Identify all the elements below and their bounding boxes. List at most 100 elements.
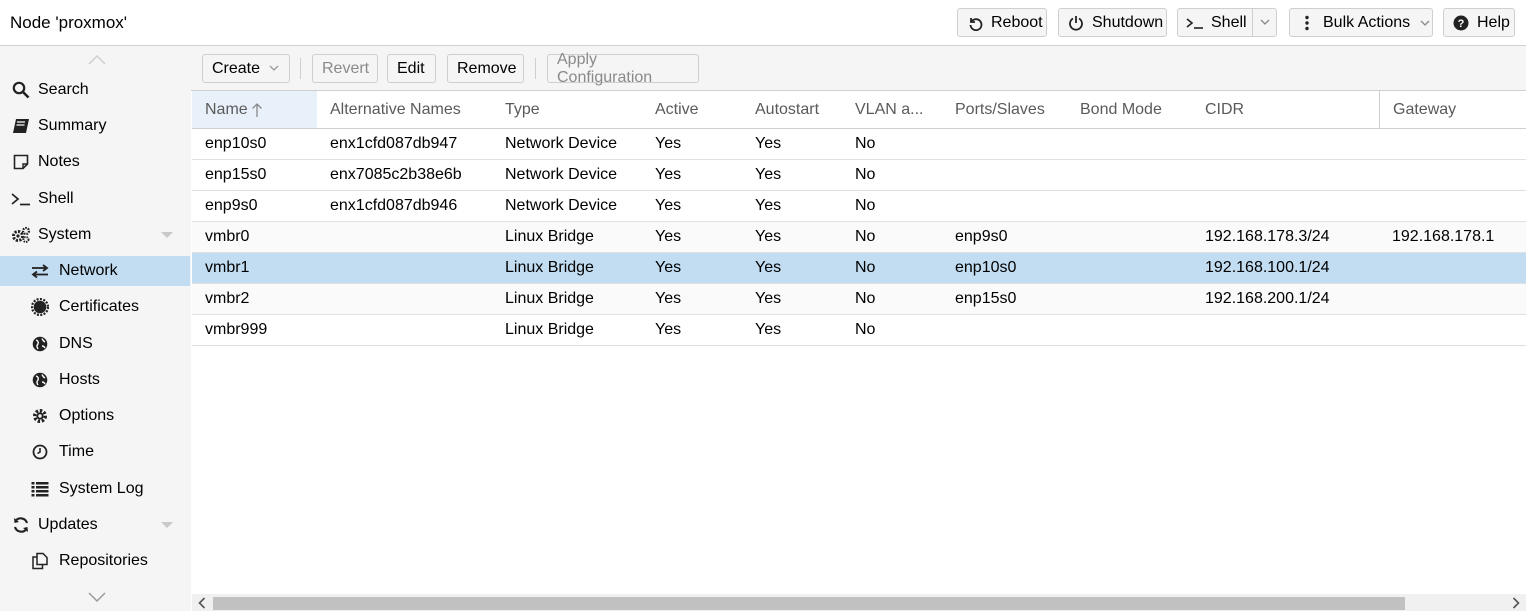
bulk-actions-label: Bulk Actions bbox=[1323, 13, 1411, 31]
shell-dropdown-toggle[interactable] bbox=[1252, 9, 1276, 36]
cell-bond-mode bbox=[1067, 191, 1080, 221]
column-header-type[interactable]: Type bbox=[492, 91, 642, 128]
terminal-icon bbox=[11, 189, 31, 209]
gear-icon bbox=[30, 406, 50, 426]
cell-autostart: Yes bbox=[755, 259, 782, 276]
edit-label: Edit bbox=[397, 59, 425, 77]
search-icon bbox=[11, 80, 31, 100]
help-button[interactable]: ? Help bbox=[1443, 8, 1515, 37]
sidebar-item-repositories[interactable]: Repositories bbox=[0, 546, 190, 576]
reboot-button[interactable]: Reboot bbox=[957, 8, 1047, 37]
sidebar-scroll-up[interactable] bbox=[86, 54, 108, 68]
column-header-bond-mode[interactable]: Bond Mode bbox=[1067, 91, 1192, 128]
column-header-active[interactable]: Active bbox=[642, 91, 742, 128]
reboot-label: Reboot bbox=[991, 13, 1043, 31]
table-row[interactable]: enp15s0 enx7085c2b38e6b Network Device Y… bbox=[192, 160, 1526, 191]
cell-cidr: 192.168.100.1/24 bbox=[1205, 259, 1330, 276]
toolbar: Create Revert Edit Remove Apply Configur… bbox=[191, 46, 1526, 91]
shell-button[interactable]: Shell bbox=[1177, 8, 1277, 37]
column-header-cidr[interactable]: CIDR bbox=[1192, 91, 1379, 128]
shutdown-button[interactable]: Shutdown bbox=[1058, 8, 1167, 37]
sidebar-item-system[interactable]: System bbox=[0, 220, 190, 250]
cell-type: Linux Bridge bbox=[505, 228, 594, 245]
cell-gateway bbox=[1379, 253, 1392, 283]
cell-ports-slaves bbox=[942, 160, 955, 190]
help-icon: ? bbox=[1450, 15, 1472, 31]
horizontal-scrollbar[interactable] bbox=[192, 594, 1526, 611]
sidebar-item-options[interactable]: Options bbox=[0, 401, 190, 431]
column-header-label: Active bbox=[655, 100, 699, 118]
column-header-gateway[interactable]: Gateway bbox=[1379, 91, 1526, 128]
table-row[interactable]: vmbr0 Linux Bridge Yes Yes No enp9s0 192… bbox=[192, 222, 1526, 253]
note-icon bbox=[11, 152, 31, 172]
sidebar-item-time[interactable]: Time bbox=[0, 437, 190, 467]
column-header-label: Name bbox=[205, 100, 248, 118]
column-header-label: Type bbox=[505, 100, 540, 118]
chevron-down-icon bbox=[88, 592, 106, 603]
cell-vlan-aware: No bbox=[855, 290, 876, 307]
cell-active: Yes bbox=[655, 135, 682, 152]
table-row[interactable]: vmbr999 Linux Bridge Yes Yes No bbox=[192, 315, 1526, 346]
cell-ports-slaves: enp9s0 bbox=[955, 228, 1008, 245]
column-header-name[interactable]: Name bbox=[192, 91, 317, 128]
sidebar-item-label: DNS bbox=[59, 335, 93, 352]
undo-icon bbox=[964, 15, 986, 31]
chevron-down-icon bbox=[1260, 19, 1269, 25]
column-header-ports-slaves[interactable]: Ports/Slaves bbox=[942, 91, 1067, 128]
sidebar-item-system-log[interactable]: System Log bbox=[0, 474, 190, 504]
table-row[interactable]: vmbr2 Linux Bridge Yes Yes No enp15s0 19… bbox=[192, 284, 1526, 315]
chevron-up-icon bbox=[88, 54, 106, 65]
table-row[interactable]: enp10s0 enx1cfd087db947 Network Device Y… bbox=[192, 129, 1526, 160]
sidebar-item-summary[interactable]: Summary bbox=[0, 111, 190, 141]
column-header-vlan-aware[interactable]: VLAN a... bbox=[842, 91, 942, 128]
cell-autostart: Yes bbox=[755, 290, 782, 307]
ellipsis-vertical-icon bbox=[1296, 15, 1318, 31]
cell-ports-slaves: enp10s0 bbox=[955, 259, 1017, 276]
power-icon bbox=[1065, 15, 1087, 31]
table-row[interactable]: enp9s0 enx1cfd087db946 Network Device Ye… bbox=[192, 191, 1526, 222]
cell-bond-mode bbox=[1067, 253, 1080, 283]
edit-button[interactable]: Edit bbox=[387, 54, 436, 83]
sidebar-item-certificates[interactable]: Certificates bbox=[0, 292, 190, 322]
sidebar-item-label: Network bbox=[59, 262, 118, 279]
cell-autostart: Yes bbox=[755, 166, 782, 183]
cell-alternative-names: enx1cfd087db947 bbox=[330, 135, 458, 152]
create-button[interactable]: Create bbox=[202, 54, 290, 83]
sidebar-scroll-down[interactable] bbox=[86, 591, 108, 605]
chevron-down-icon bbox=[1420, 14, 1430, 32]
cell-cidr bbox=[1192, 191, 1205, 221]
cell-gateway bbox=[1379, 129, 1392, 159]
clock-icon bbox=[30, 442, 50, 462]
sidebar-item-notes[interactable]: Notes bbox=[0, 147, 190, 177]
cell-cidr bbox=[1192, 129, 1205, 159]
table-row-selected[interactable]: vmbr1 Linux Bridge Yes Yes No enp10s0 19… bbox=[192, 253, 1526, 284]
column-header-label: Autostart bbox=[755, 100, 820, 118]
scrollbar-thumb[interactable] bbox=[213, 597, 1405, 610]
cell-active: Yes bbox=[655, 197, 682, 214]
sidebar-item-label: Updates bbox=[38, 516, 98, 533]
sidebar-item-dns[interactable]: DNS bbox=[0, 329, 190, 359]
sidebar-item-shell[interactable]: Shell bbox=[0, 184, 190, 214]
revert-button[interactable]: Revert bbox=[312, 54, 378, 83]
sidebar-item-search[interactable]: Search bbox=[0, 75, 190, 105]
cell-gateway: 192.168.178.1 bbox=[1392, 228, 1495, 245]
sidebar-item-updates[interactable]: Updates bbox=[0, 510, 190, 540]
collapse-triangle-icon[interactable] bbox=[161, 232, 173, 238]
cell-name: vmbr0 bbox=[205, 228, 250, 245]
bulk-actions-button[interactable]: Bulk Actions bbox=[1289, 8, 1433, 37]
sidebar-item-hosts[interactable]: Hosts bbox=[0, 365, 190, 395]
cell-gateway bbox=[1379, 191, 1392, 221]
scroll-left-icon[interactable] bbox=[195, 596, 209, 610]
sidebar: Search Summary Notes Shell System Networ… bbox=[0, 46, 191, 611]
collapse-triangle-icon[interactable] bbox=[161, 522, 173, 528]
remove-button[interactable]: Remove bbox=[447, 54, 524, 83]
scroll-right-icon[interactable] bbox=[1509, 596, 1523, 610]
sidebar-item-label: Repositories bbox=[59, 552, 148, 569]
cell-type: Linux Bridge bbox=[505, 321, 594, 338]
column-header-autostart[interactable]: Autostart bbox=[742, 91, 842, 128]
column-header-alternative-names[interactable]: Alternative Names bbox=[317, 91, 492, 128]
apply-configuration-button[interactable]: Apply Configuration bbox=[547, 51, 699, 86]
sidebar-item-network[interactable]: Network bbox=[0, 256, 190, 286]
cell-cidr: 192.168.178.3/24 bbox=[1205, 228, 1330, 245]
cell-alternative-names bbox=[317, 284, 330, 314]
